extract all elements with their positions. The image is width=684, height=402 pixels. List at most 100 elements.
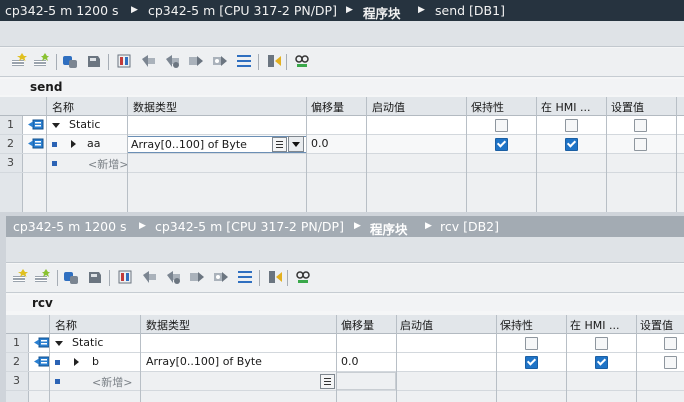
col-name[interactable]: 名称 [55, 317, 77, 333]
row-number: 2 [7, 137, 14, 150]
table-row[interactable]: 3 <新增> [0, 154, 684, 173]
list-icon[interactable] [320, 374, 335, 389]
copy-snapshot-icon[interactable] [141, 269, 157, 285]
col-datatype[interactable]: 数据类型 [146, 317, 190, 333]
breadcrumb-device[interactable]: cp342-5 m [CPU 317-2 PN/DP] [155, 219, 344, 234]
editor-pane-send: cp342-5 m 1200 s ▶ cp342-5 m [CPU 317-2 … [0, 0, 684, 212]
retain-checkbox[interactable] [525, 337, 538, 350]
table-row[interactable]: 2 b Array[0..100] of Byte 0.0 [6, 353, 684, 372]
col-datatype[interactable]: 数据类型 [133, 99, 177, 115]
expand-icon[interactable] [71, 140, 76, 148]
col-hmi[interactable]: 在 HMI ... [570, 317, 620, 333]
breadcrumb-folder[interactable]: 程序块 [370, 219, 408, 237]
copy-snapshot-icon[interactable] [140, 53, 156, 69]
row-name[interactable]: Static [69, 118, 100, 131]
hmi-checkbox[interactable] [595, 337, 608, 350]
col-retain[interactable]: 保持性 [471, 99, 504, 115]
hmi-checkbox[interactable] [565, 119, 578, 132]
row-name[interactable]: Static [72, 336, 103, 349]
keep-actual-values-icon[interactable] [267, 269, 283, 285]
table-row[interactable]: 1 Static [0, 116, 684, 135]
breadcrumb-device[interactable]: cp342-5 m [CPU 317-2 PN/DP] [148, 3, 337, 18]
breadcrumb-separator-icon: ▶ [139, 221, 146, 231]
keep-actual-values-icon[interactable] [266, 53, 282, 69]
setpoint-checkbox[interactable] [664, 356, 677, 369]
monitor-all-icon[interactable] [295, 269, 311, 285]
element-bullet-icon [52, 142, 57, 147]
table-row[interactable]: 1 Static [6, 334, 684, 353]
load-snapshot-icon[interactable] [189, 269, 205, 285]
column-divider [306, 97, 307, 212]
db-block-icon [34, 337, 50, 348]
table-header: 名称 数据类型 偏移量 启动值 保持性 在 HMI ... 设置值 [0, 97, 684, 116]
expand-icon[interactable] [62, 53, 78, 69]
table-row[interactable]: 2 aa Array[0..100] of Byte 0.0 [0, 135, 684, 154]
insert-row-icon[interactable] [11, 53, 27, 69]
retain-checkbox[interactable] [495, 138, 508, 151]
col-start-value[interactable]: 启动值 [400, 317, 433, 333]
insert-row-icon[interactable] [12, 269, 28, 285]
reset-start-values-icon[interactable] [117, 269, 133, 285]
table-header: 名称 数据类型 偏移量 启动值 保持性 在 HMI ... 设置值 [6, 315, 684, 334]
setpoint-checkbox[interactable] [634, 138, 647, 151]
breadcrumb-folder[interactable]: 程序块 [363, 3, 401, 21]
load-snapshot-icon[interactable] [188, 53, 204, 69]
col-offset[interactable]: 偏移量 [341, 317, 374, 333]
load-start-values-icon[interactable] [213, 269, 229, 285]
breadcrumb: cp342-5 m 1200 s ▶ cp342-5 m [CPU 317-2 … [6, 216, 684, 237]
breadcrumb-project[interactable]: cp342-5 m 1200 s [5, 3, 119, 18]
reset-start-values-icon[interactable] [116, 53, 132, 69]
column-divider [606, 97, 607, 212]
list-view-icon[interactable] [237, 269, 253, 285]
col-setpoint[interactable]: 设置值 [611, 99, 644, 115]
col-start-value[interactable]: 启动值 [372, 99, 405, 115]
setpoint-checkbox[interactable] [634, 119, 647, 132]
breadcrumb-project[interactable]: cp342-5 m 1200 s [13, 219, 127, 234]
column-divider [49, 315, 50, 402]
hmi-checkbox[interactable] [595, 356, 608, 369]
datatype-input[interactable]: Array[0..100] of Byte [127, 136, 307, 153]
save-snapshot-icon[interactable] [86, 53, 102, 69]
hmi-checkbox[interactable] [565, 138, 578, 151]
monitor-all-icon[interactable] [294, 53, 310, 69]
save-snapshot-icon[interactable] [87, 269, 103, 285]
setpoint-checkbox[interactable] [664, 337, 677, 350]
table-empty-area [0, 173, 684, 212]
toolbar-separator [57, 270, 58, 286]
add-row-icon[interactable] [34, 269, 50, 285]
list-icon[interactable] [272, 137, 287, 152]
col-setpoint[interactable]: 设置值 [640, 317, 673, 333]
toolbar [6, 264, 684, 293]
load-start-values-icon[interactable] [212, 53, 228, 69]
retain-checkbox[interactable] [525, 356, 538, 369]
col-retain[interactable]: 保持性 [500, 317, 533, 333]
table-row[interactable]: 3 <新增> [6, 372, 684, 391]
expand-icon[interactable] [74, 358, 79, 366]
col-offset[interactable]: 偏移量 [311, 99, 344, 115]
copy-snapshot-to-start-icon[interactable] [165, 269, 181, 285]
row-name[interactable]: b [92, 355, 99, 368]
row-datatype[interactable]: Array[0..100] of Byte [146, 355, 262, 368]
editor-pane-rcv: cp342-5 m 1200 s ▶ cp342-5 m [CPU 317-2 … [6, 216, 684, 402]
breadcrumb-separator-icon: ▶ [346, 5, 353, 15]
column-divider [466, 97, 467, 212]
breadcrumb-separator-icon: ▶ [418, 5, 425, 15]
add-new-row[interactable]: <新增> [92, 374, 132, 390]
add-new-row[interactable]: <新增> [88, 156, 128, 172]
breadcrumb-block[interactable]: send [DB1] [435, 3, 505, 18]
add-row-icon[interactable] [33, 53, 49, 69]
list-view-icon[interactable] [236, 53, 252, 69]
retain-checkbox[interactable] [495, 119, 508, 132]
block-name: send [0, 79, 684, 95]
col-name[interactable]: 名称 [52, 99, 74, 115]
db-block-icon [28, 119, 44, 130]
row-offset: 0.0 [341, 355, 359, 368]
chevron-down-icon[interactable] [288, 136, 304, 152]
copy-snapshot-to-start-icon[interactable] [164, 53, 180, 69]
collapse-icon[interactable] [52, 123, 60, 128]
collapse-icon[interactable] [55, 341, 63, 346]
col-hmi[interactable]: 在 HMI ... [541, 99, 591, 115]
row-name[interactable]: aa [87, 137, 100, 150]
breadcrumb-block[interactable]: rcv [DB2] [440, 219, 499, 234]
expand-icon[interactable] [63, 269, 79, 285]
